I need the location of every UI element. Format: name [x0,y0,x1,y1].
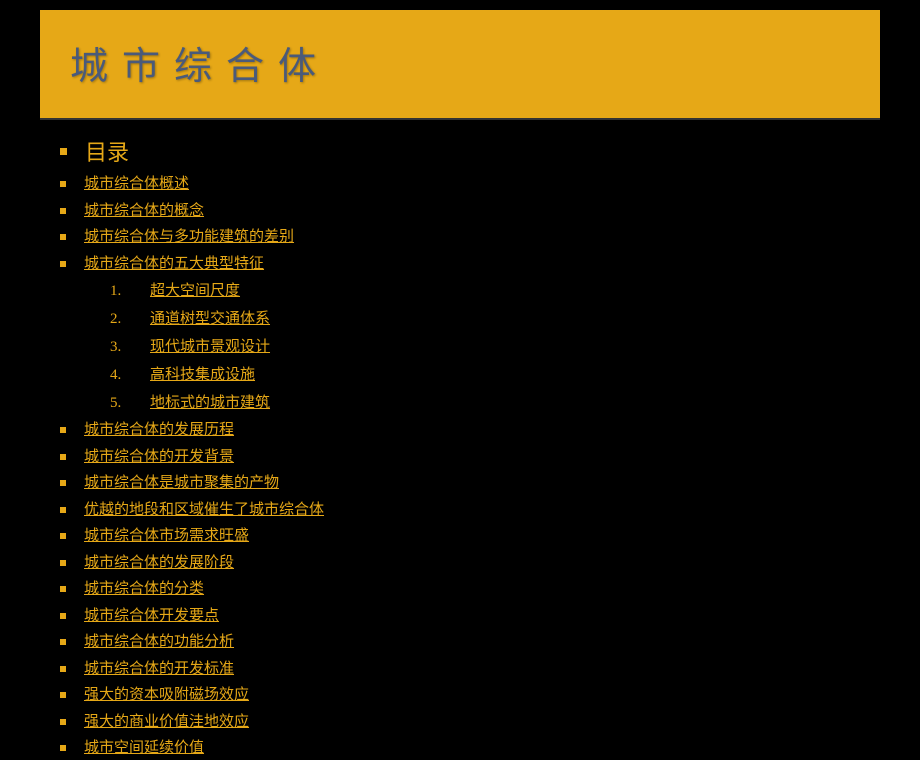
subitem-number: 3. [110,335,150,359]
bullet-icon [60,148,67,155]
toc-item: 城市综合体概述 [60,173,880,196]
toc-item: 城市综合体的发展历程 [60,419,880,442]
toc-item: 城市综合体的五大典型特征 [60,253,880,276]
toc-sublink[interactable]: 现代城市景观设计 [150,335,270,359]
toc-item: 城市综合体的开发背景 [60,446,880,469]
bullet-icon [60,427,66,433]
bullet-icon [60,560,66,566]
toc-link[interactable]: 城市综合体的五大典型特征 [84,253,264,276]
bullet-icon [60,181,66,187]
toc-link[interactable]: 城市综合体的开发标准 [84,658,234,681]
toc-item: 城市综合体的功能分析 [60,631,880,654]
toc-item: 城市综合体的发展阶段 [60,552,880,575]
toc-link[interactable]: 城市空间延续价值 [84,737,204,760]
toc-subitem: 5.地标式的城市建筑 [110,391,880,415]
toc-link[interactable]: 城市综合体开发要点 [84,605,219,628]
bullet-icon [60,261,66,267]
toc-item: 优越的地段和区域催生了城市综合体 [60,499,880,522]
toc-link[interactable]: 城市综合体的发展阶段 [84,552,234,575]
toc-link[interactable]: 城市综合体与多功能建筑的差别 [84,226,294,249]
toc-link[interactable]: 城市综合体的概念 [84,200,204,223]
toc-item: 城市空间延续价值 [60,737,880,760]
toc-link[interactable]: 强大的资本吸附磁场效应 [84,684,249,707]
toc-subitem: 4.高科技集成设施 [110,363,880,387]
toc-sublist: 1.超大空间尺度2.通道树型交通体系3.现代城市景观设计4.高科技集成设施5.地… [60,279,880,415]
bullet-icon [60,507,66,513]
toc-container: 目录 城市综合体概述城市综合体的概念城市综合体与多功能建筑的差别城市综合体的五大… [0,120,920,760]
toc-subitem: 3.现代城市景观设计 [110,335,880,359]
bullet-icon [60,692,66,698]
toc-heading: 目录 [85,135,129,167]
toc-list: 城市综合体概述城市综合体的概念城市综合体与多功能建筑的差别城市综合体的五大典型特… [60,173,880,760]
title-banner: 城市综合体 [40,10,880,120]
toc-subitem: 1.超大空间尺度 [110,279,880,303]
toc-item: 强大的资本吸附磁场效应 [60,684,880,707]
toc-link[interactable]: 强大的商业价值洼地效应 [84,711,249,734]
page-title: 城市综合体 [70,35,850,90]
toc-sublink[interactable]: 超大空间尺度 [150,279,240,303]
toc-subitem: 2.通道树型交通体系 [110,307,880,331]
toc-link[interactable]: 城市综合体市场需求旺盛 [84,525,249,548]
toc-item: 城市综合体是城市聚集的产物 [60,472,880,495]
bullet-icon [60,639,66,645]
toc-item: 城市综合体市场需求旺盛 [60,525,880,548]
subitem-number: 4. [110,363,150,387]
toc-link[interactable]: 城市综合体的开发背景 [84,446,234,469]
bullet-icon [60,234,66,240]
toc-sublink[interactable]: 高科技集成设施 [150,363,255,387]
toc-link[interactable]: 城市综合体是城市聚集的产物 [84,472,279,495]
toc-link[interactable]: 城市综合体的分类 [84,578,204,601]
bullet-icon [60,454,66,460]
subitem-number: 2. [110,307,150,331]
toc-link[interactable]: 城市综合体的发展历程 [84,419,234,442]
bullet-icon [60,586,66,592]
toc-link[interactable]: 优越的地段和区域催生了城市综合体 [84,499,324,522]
toc-item: 城市综合体与多功能建筑的差别 [60,226,880,249]
toc-sublink[interactable]: 通道树型交通体系 [150,307,270,331]
toc-link[interactable]: 城市综合体概述 [84,173,189,196]
subitem-number: 1. [110,279,150,303]
toc-item: 强大的商业价值洼地效应 [60,711,880,734]
toc-item: 城市综合体的开发标准 [60,658,880,681]
toc-sublink[interactable]: 地标式的城市建筑 [150,391,270,415]
bullet-icon [60,533,66,539]
subitem-number: 5. [110,391,150,415]
toc-link[interactable]: 城市综合体的功能分析 [84,631,234,654]
bullet-icon [60,613,66,619]
bullet-icon [60,719,66,725]
bullet-icon [60,666,66,672]
toc-heading-row: 目录 [60,135,880,167]
bullet-icon [60,208,66,214]
toc-item: 城市综合体开发要点 [60,605,880,628]
toc-item: 城市综合体的分类 [60,578,880,601]
bullet-icon [60,480,66,486]
toc-item: 城市综合体的概念 [60,200,880,223]
bullet-icon [60,745,66,751]
